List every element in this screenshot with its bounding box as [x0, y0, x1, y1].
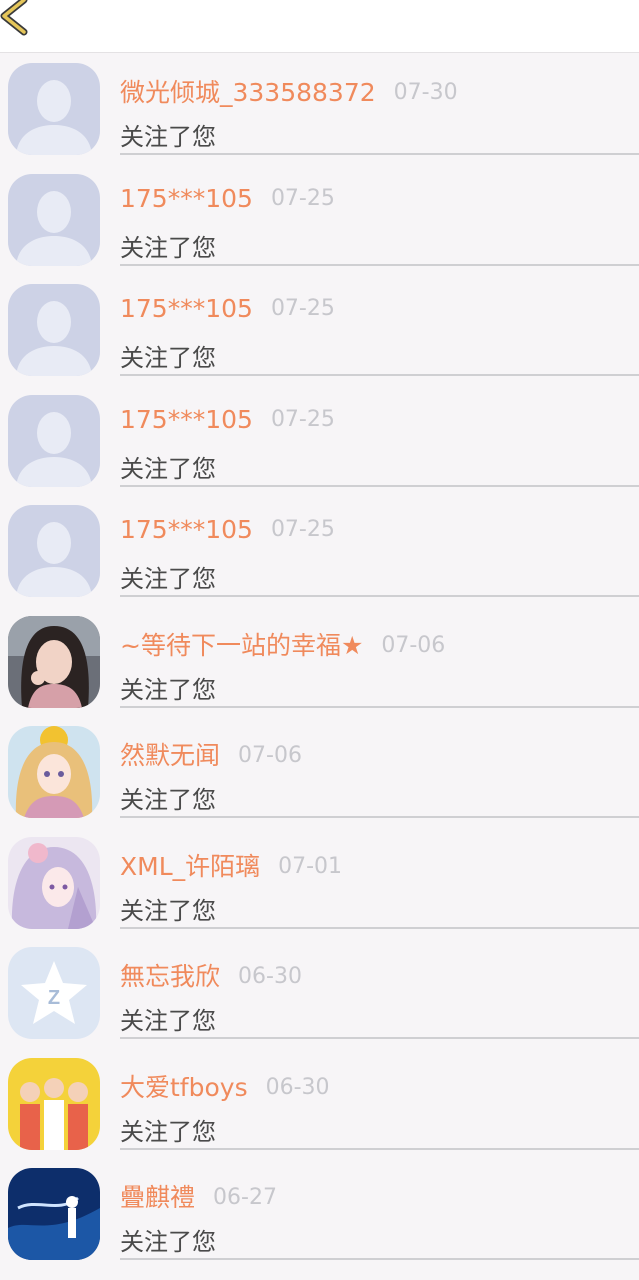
user-name[interactable]: 175***105 07-25: [120, 184, 335, 213]
list-item[interactable]: 疊麒禮 06-27 关注了您: [0, 1158, 639, 1269]
default-avatar[interactable]: [8, 173, 100, 266]
divider: [120, 595, 639, 597]
divider: [120, 816, 639, 818]
list-item[interactable]: 175***105 07-25 关注了您: [0, 495, 639, 606]
list-item[interactable]: 微光倾城_333588372 07-30 关注了您: [0, 53, 639, 164]
list-item[interactable]: 175***105 07-25 关注了您: [0, 164, 639, 275]
follow-message: 关注了您: [120, 786, 216, 814]
user-name[interactable]: XML_许陌璃 07-01: [120, 847, 342, 883]
follow-date: 06-27: [213, 1185, 277, 1210]
follow-message: 关注了您: [120, 1117, 216, 1146]
user-name[interactable]: 然默无闻 07-06: [120, 736, 302, 772]
list-item[interactable]: ~等待下一站的幸福★ 07-06 关注了您: [0, 606, 639, 717]
divider: [120, 374, 639, 376]
follow-date: 07-25: [270, 406, 335, 432]
default-avatar[interactable]: [8, 63, 100, 155]
user-name[interactable]: 175***105 07-25: [120, 405, 335, 434]
photo-avatar[interactable]: [8, 615, 100, 708]
divider: [120, 263, 639, 266]
illustration-avatar[interactable]: [8, 1168, 100, 1260]
user-name[interactable]: 大爱tfboys 06-30: [120, 1068, 330, 1104]
default-avatar[interactable]: [8, 284, 100, 376]
follow-date: 07-25: [270, 185, 335, 211]
user-name[interactable]: 疊麒禮 06-27: [120, 1178, 277, 1214]
anime-avatar[interactable]: [8, 726, 100, 818]
follow-message: 关注了您: [120, 896, 216, 925]
follow-date: 07-25: [270, 517, 335, 542]
divider: [120, 1147, 639, 1150]
divider: [120, 1037, 639, 1039]
list-item[interactable]: 大爱tfboys 06-30 关注了您: [0, 1048, 639, 1159]
follow-date: 07-06: [381, 632, 446, 658]
user-name[interactable]: 微光倾城_333588372 07-30: [120, 73, 458, 109]
list-item[interactable]: 175***105 07-25 关注了您: [0, 274, 639, 385]
photo-avatar[interactable]: [8, 1057, 100, 1150]
user-name[interactable]: 175***105 07-25: [120, 515, 335, 544]
follow-message: 关注了您: [120, 675, 216, 704]
follow-date: 06-30: [238, 964, 302, 989]
follow-message: 关注了您: [120, 1007, 216, 1035]
follow-message: 关注了您: [120, 233, 216, 262]
follow-message: 关注了您: [120, 344, 216, 372]
list-item[interactable]: 然默无闻 07-06 关注了您: [0, 716, 639, 827]
chevron-left-icon: [0, 0, 28, 36]
follow-message: 关注了您: [120, 565, 216, 593]
follow-date: 07-06: [238, 743, 302, 768]
user-name[interactable]: 無忘我欣 06-30: [120, 957, 302, 993]
svg-text:Z: Z: [48, 987, 60, 1009]
default-avatar[interactable]: [8, 505, 100, 597]
default-avatar[interactable]: [8, 394, 100, 487]
user-name[interactable]: ~等待下一站的幸福★ 07-06: [120, 626, 445, 662]
divider: [120, 153, 639, 155]
list-item[interactable]: 175***105 07-25 关注了您: [0, 385, 639, 496]
follow-date: 07-01: [278, 853, 343, 879]
list-item[interactable]: XML_许陌璃 07-01 关注了您: [0, 827, 639, 938]
divider: [120, 484, 639, 487]
top-bar: [0, 0, 639, 53]
user-name[interactable]: 175***105 07-25: [120, 294, 335, 323]
follow-date: 06-30: [265, 1074, 330, 1100]
follow-date: 07-30: [393, 80, 458, 105]
follow-date: 07-25: [270, 296, 335, 321]
follow-message: 关注了您: [120, 1228, 216, 1256]
divider: [120, 705, 639, 708]
back-button[interactable]: [0, 0, 44, 44]
divider: [120, 926, 639, 929]
anime-avatar[interactable]: [8, 836, 100, 929]
follow-message: 关注了您: [120, 454, 216, 483]
list-item[interactable]: Z 無忘我欣 06-30 关注了您: [0, 937, 639, 1048]
notification-list: 微光倾城_333588372 07-30 关注了您 175***105 07-25 …: [0, 53, 639, 1269]
divider: [120, 1258, 639, 1260]
follow-message: 关注了您: [120, 123, 216, 151]
star-avatar[interactable]: Z: [8, 947, 100, 1039]
